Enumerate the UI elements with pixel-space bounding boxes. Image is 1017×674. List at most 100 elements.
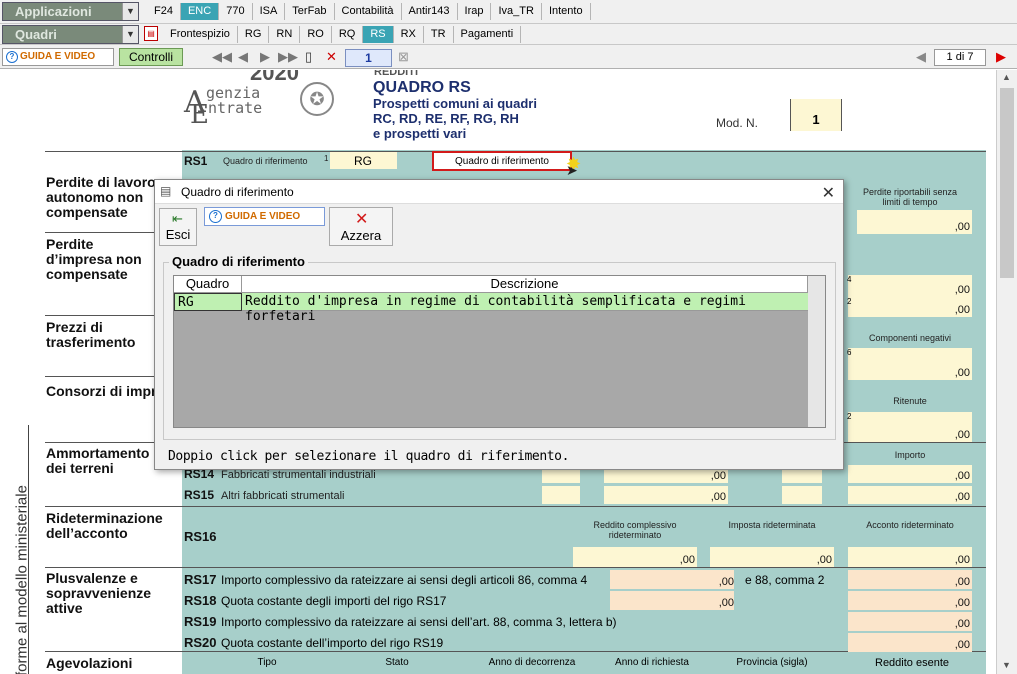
pdf-icon[interactable]: ▤ <box>144 26 158 41</box>
azzera-button[interactable]: ✕ Azzera <box>329 207 393 246</box>
scrollbar-thumb[interactable] <box>1000 88 1014 278</box>
rs15-field-2[interactable]: ,00 <box>604 486 728 504</box>
agevolazioni-header-3: Anno di richiesta <box>615 657 689 668</box>
scroll-left-icon[interactable]: ◀ <box>916 49 926 65</box>
field-number: 4 <box>847 275 852 284</box>
rs17-label-2: e 88, comma 2 <box>745 573 825 587</box>
page-of-text: 1 di 7 <box>946 51 974 63</box>
close-icon[interactable]: ✕ <box>822 183 835 203</box>
guida-video-button[interactable]: ? GUIDA E VIDEO <box>2 48 114 66</box>
grid-cell-descrizione[interactable]: Reddito d'impresa in regime di contabili… <box>242 293 808 324</box>
tab-irap[interactable]: Irap <box>458 3 492 20</box>
first-page-icon[interactable]: ◀◀ <box>212 49 232 65</box>
dialog-guida-video-button[interactable]: ? GUIDA E VIDEO <box>204 207 325 226</box>
mod-number-value: 1 <box>812 112 820 127</box>
vertical-scrollbar[interactable]: ▲ ▼ <box>996 70 1017 674</box>
esci-button[interactable]: ⇤ Esci <box>159 208 197 246</box>
amount-zero: ,00 <box>954 284 970 296</box>
side-vertical-text: Conforme al modello ministeriale <box>13 485 31 674</box>
rs14-field-4[interactable]: ,00 <box>848 465 972 483</box>
amount-zero: ,00 <box>954 491 970 503</box>
grid-header-descrizione-label: Descrizione <box>490 276 559 291</box>
tab-770[interactable]: 770 <box>219 3 253 20</box>
next-page-icon[interactable]: ▶ <box>260 49 270 65</box>
quadri-toolbar: Quadri ▼ ▤ Frontespizio RG RN RO RQ RS RX TR Pag… <box>0 24 1017 45</box>
tab-tr[interactable]: TR <box>424 26 454 43</box>
agevolazioni-header-2: Anno di decorrenza <box>488 657 576 668</box>
rs17-field-1[interactable]: ,00 <box>610 570 734 589</box>
previous-page-icon[interactable]: ◀ <box>238 49 248 65</box>
tab-rq[interactable]: RQ <box>332 26 364 43</box>
grid-cell-quadro[interactable]: RG <box>174 293 242 311</box>
quadri-combo[interactable]: Quadri ▼ <box>2 25 139 44</box>
applicazioni-combo[interactable]: Applicazioni ▼ <box>2 2 139 21</box>
ritenute-field[interactable]: ,00 2 <box>847 412 972 442</box>
componenti-negativi-field[interactable]: ,00 6 <box>847 348 972 380</box>
rs18-field-2[interactable]: ,00 <box>848 591 972 610</box>
grid-header-descrizione[interactable]: Descrizione <box>242 276 808 293</box>
tab-rx[interactable]: RX <box>394 26 424 43</box>
tab-isa[interactable]: ISA <box>253 3 286 20</box>
rs15-field-1[interactable] <box>542 486 580 504</box>
amount-zero: ,00 <box>954 304 970 316</box>
tab-intento[interactable]: Intento <box>542 3 591 20</box>
tab-rn[interactable]: RN <box>269 26 301 43</box>
rs1-quadro-value: RG <box>354 154 372 168</box>
tab-rg[interactable]: RG <box>238 26 270 43</box>
page-of-indicator: 1 di 7 <box>934 49 986 66</box>
section-perdite-impresa: Perdite d’impresa non compensate <box>46 236 142 282</box>
rs16-field-3[interactable]: ,00 <box>848 547 972 567</box>
rs15-field-4[interactable]: ,00 <box>848 486 972 504</box>
rs16-field-2[interactable]: ,00 <box>710 547 834 567</box>
rs17-code: RS17 <box>184 572 217 587</box>
amount-zero: ,00 <box>954 221 970 233</box>
dialog-guida-video-label: GUIDA E VIDEO <box>225 211 301 222</box>
mod-number-field[interactable]: 1 <box>790 99 842 131</box>
amount-zero: ,00 <box>954 576 970 588</box>
perdite-impresa-field-4[interactable]: ,00 4 <box>847 275 972 297</box>
scroll-up-icon[interactable]: ▲ <box>1002 72 1011 82</box>
tab-terfab[interactable]: TerFab <box>285 3 335 20</box>
scroll-right-icon[interactable]: ▶ <box>996 49 1006 65</box>
grid-header-quadro[interactable]: Quadro <box>174 276 242 293</box>
tab-antir143[interactable]: Antir143 <box>402 3 458 20</box>
chevron-down-icon[interactable]: ▼ <box>122 26 138 43</box>
delete-page-icon[interactable]: ✕ <box>326 49 337 65</box>
section-agevolazioni: Agevolazioni <box>46 655 133 671</box>
tab-f24[interactable]: F24 <box>147 3 181 20</box>
tab-rs[interactable]: RS <box>363 26 394 43</box>
field-number: 2 <box>847 297 852 306</box>
quadro-riferimento-dialog: ▤ Quadro di riferimento ✕ ⇤ Esci ? GUIDA… <box>154 179 844 470</box>
perdite-riportabili-field[interactable]: ,00 <box>857 210 972 234</box>
page-number-field[interactable]: 1 <box>345 49 392 67</box>
rs17-field-2[interactable]: ,00 <box>848 570 972 589</box>
chevron-down-icon[interactable]: ▼ <box>122 3 138 20</box>
grid-scrollbar[interactable] <box>808 276 825 427</box>
rs15-field-3[interactable] <box>782 486 822 504</box>
rs1-quadro-button[interactable]: Quadro di riferimento <box>432 151 572 171</box>
new-page-icon[interactable]: ▯ <box>305 49 312 65</box>
rs16-field-1[interactable]: ,00 <box>573 547 697 567</box>
rs1-quadro-field[interactable]: RG <box>330 152 397 169</box>
controlli-button[interactable]: Controlli <box>119 48 183 66</box>
amount-zero: ,00 <box>954 367 970 379</box>
tab-frontespizio[interactable]: Frontespizio <box>163 26 238 43</box>
tab-iva-tr[interactable]: Iva_TR <box>491 3 542 20</box>
amount-zero: ,00 <box>954 470 970 482</box>
page-number-value: 1 <box>365 51 372 65</box>
rs19-field[interactable]: ,00 <box>848 612 972 631</box>
rs20-field[interactable]: ,00 <box>848 633 972 652</box>
quadro-title: QUADRO RS <box>373 79 471 96</box>
tab-pagamenti[interactable]: Pagamenti <box>454 26 522 43</box>
tab-ro[interactable]: RO <box>300 26 332 43</box>
close-page-icon[interactable]: ⊠ <box>398 49 409 65</box>
grid-cell-quadro-value: RG <box>178 295 194 310</box>
perdite-impresa-field-2[interactable]: ,00 2 <box>847 297 972 317</box>
tab-contabilit-[interactable]: Contabilità <box>335 3 402 20</box>
last-page-icon[interactable]: ▶▶ <box>278 49 298 65</box>
amount-zero: ,00 <box>954 554 970 566</box>
rs18-field-1[interactable]: ,00 <box>610 591 734 610</box>
scroll-down-icon[interactable]: ▼ <box>1002 660 1011 670</box>
field-number: 2 <box>847 412 852 421</box>
tab-enc[interactable]: ENC <box>180 3 220 20</box>
